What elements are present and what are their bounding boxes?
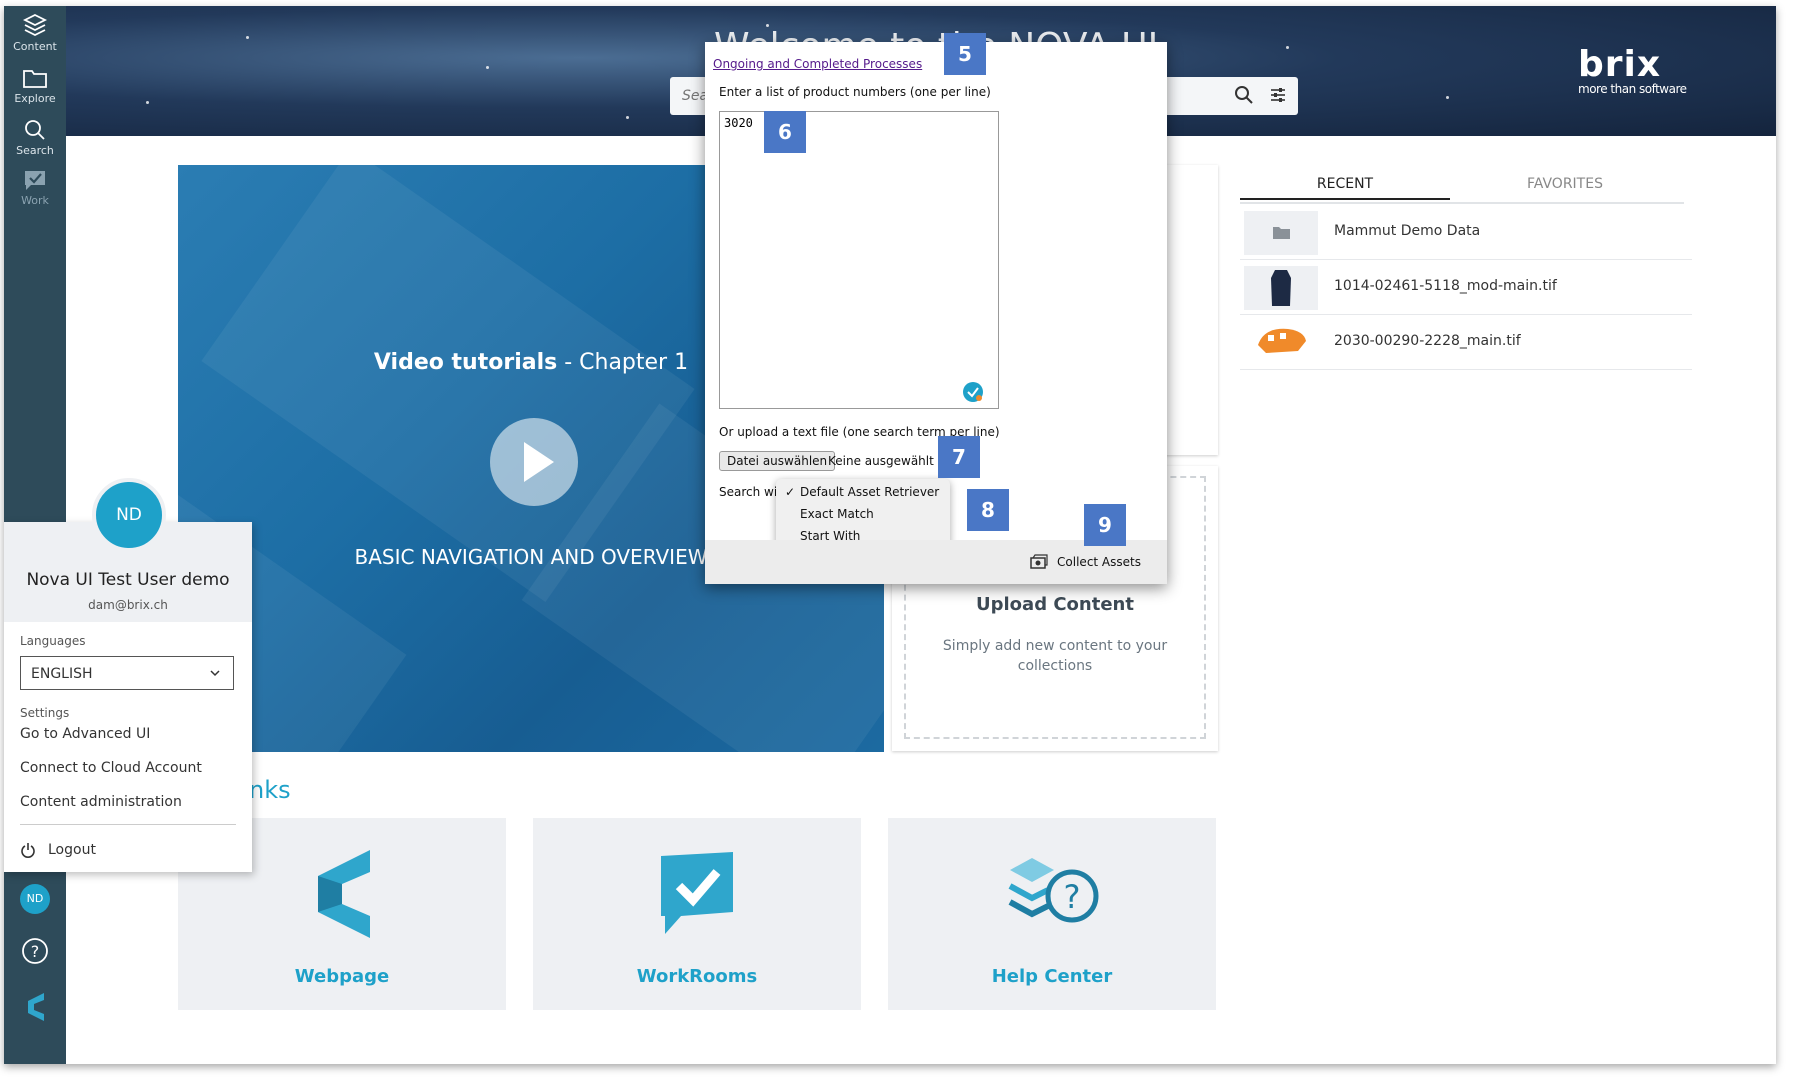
sidebar-item-label: Content — [13, 40, 57, 53]
menu-item-cloud-account[interactable]: Connect to Cloud Account — [20, 760, 202, 776]
brix-logo[interactable]: brix more than software — [1578, 44, 1687, 97]
processes-link[interactable]: Ongoing and Completed Processes — [713, 57, 922, 71]
link-card-label: WorkRooms — [636, 966, 758, 987]
avatar: ND — [92, 478, 166, 552]
link-card-label: Webpage — [294, 966, 390, 987]
recent-item-name: 2030-00290-2228_main.tif — [1334, 333, 1521, 349]
avatar[interactable]: ND — [20, 884, 50, 914]
sidebar-item-work[interactable]: Work — [4, 162, 66, 214]
language-select[interactable]: ENGLISH — [20, 656, 234, 690]
upload-title: Upload Content — [976, 594, 1134, 615]
menu-item-content-admin[interactable]: Content administration — [20, 794, 182, 810]
link-card-label: Help Center — [991, 966, 1113, 987]
brix-c-logo-icon — [318, 850, 370, 938]
settings-label: Settings — [20, 706, 70, 720]
links-heading: nks — [249, 776, 291, 804]
brand-logo-text: brix — [1578, 44, 1662, 85]
language-value: ENGLISH — [31, 666, 93, 682]
menu-item-advanced-ui[interactable]: Go to Advanced UI — [20, 726, 150, 742]
brix-app-logo[interactable] — [4, 990, 66, 1028]
jacket-thumb — [1244, 266, 1318, 310]
user-email: dam@brix.ch — [88, 598, 168, 612]
sidebar-item-content[interactable]: Content — [4, 6, 66, 58]
chevron-down-icon — [210, 670, 220, 677]
helmet-thumb — [1244, 321, 1318, 365]
option-default-asset-retriever[interactable]: Default Asset Retriever — [800, 485, 939, 499]
video-title-bold: Video tutorials — [373, 350, 558, 375]
help-center-icon: ? — [1008, 858, 1099, 923]
collect-assets-label: Collect Assets — [1057, 555, 1141, 569]
menu-divider — [20, 824, 236, 825]
app-window: Welcome to the NOVA UI brix more than so… — [4, 6, 1776, 1064]
recent-favorites-tabs: RECENT FAVORITES — [1240, 170, 1684, 204]
video-title-chapter: - Chapter 1 — [557, 350, 689, 375]
tab-favorites[interactable]: FAVORITES — [1460, 176, 1670, 192]
callout-marker: 5 — [944, 33, 986, 75]
filter-sliders-icon[interactable] — [1268, 85, 1288, 105]
logout-button[interactable]: Logout — [20, 842, 96, 858]
workrooms-check-icon — [661, 852, 733, 934]
option-exact-match[interactable]: Exact Match — [800, 507, 874, 521]
sidebar-item-label: Search — [16, 144, 54, 157]
help-icon[interactable]: ? — [20, 936, 50, 966]
sidebar-item-label: Explore — [14, 92, 56, 105]
power-icon — [21, 843, 35, 858]
search-icon[interactable] — [1234, 85, 1254, 105]
file-status: Keine ausgewählt — [828, 454, 934, 468]
play-button-icon[interactable] — [490, 418, 578, 506]
search-icon — [25, 120, 45, 140]
folder-thumb — [1244, 211, 1318, 255]
check-icon: ✓ — [785, 485, 796, 499]
folder-icon — [23, 70, 47, 88]
check-bubble-icon — [25, 171, 45, 190]
help-button[interactable]: ? — [4, 936, 66, 970]
layers-icon — [22, 13, 48, 37]
list-item[interactable]: 2030-00290-2228_main.tif — [1240, 315, 1692, 370]
brix-logo-icon — [28, 993, 44, 1021]
recent-item-name: Mammut Demo Data — [1334, 223, 1481, 239]
tab-recent[interactable]: RECENT — [1240, 176, 1450, 200]
choose-file-button[interactable]: Datei auswählen — [719, 451, 836, 471]
sidebar-item-explore[interactable]: Explore — [4, 60, 66, 112]
sidebar-user-avatar[interactable]: ND — [4, 884, 66, 914]
search-with-label: Search wit — [719, 485, 782, 499]
recent-item-name: 1014-02461-5118_mod-main.tif — [1334, 278, 1557, 294]
user-menu-header: ND Nova UI Test User demo dam@brix.ch — [4, 478, 252, 622]
sidebar-item-search[interactable]: Search — [4, 112, 66, 164]
languages-label: Languages — [20, 634, 86, 648]
callout-marker: 8 — [967, 489, 1009, 531]
product-numbers-textarea[interactable]: 3020 — [719, 111, 999, 409]
list-item[interactable]: 1014-02461-5118_mod-main.tif — [1240, 260, 1692, 315]
callout-marker: 6 — [764, 111, 806, 153]
list-item[interactable]: Mammut Demo Data — [1240, 205, 1692, 260]
dialog-footer: Collect Assets — [705, 540, 1167, 584]
svg-text:?: ? — [31, 942, 40, 961]
callout-marker: 9 — [1084, 504, 1126, 546]
user-name: Nova UI Test User demo — [26, 570, 230, 590]
spellcheck-badge-icon — [963, 382, 983, 402]
collect-assets-icon — [1030, 554, 1048, 569]
upload-description: Simply add new content to your collectio… — [942, 638, 1168, 674]
brand-tagline: more than software — [1578, 82, 1687, 96]
logout-label: Logout — [48, 842, 96, 858]
user-menu-popup: ND Nova UI Test User demo dam@brix.ch La… — [4, 478, 252, 872]
callout-marker: 7 — [938, 436, 980, 478]
svg-text:?: ? — [1064, 878, 1081, 916]
link-card-help-center[interactable]: ? Help Center — [888, 818, 1216, 1010]
link-card-workrooms[interactable]: WorkRooms — [533, 818, 861, 1010]
list-label: Enter a list of product numbers (one per… — [719, 85, 991, 99]
collect-assets-button[interactable]: Collect Assets — [1029, 554, 1141, 570]
sidebar-item-label: Work — [21, 194, 49, 207]
